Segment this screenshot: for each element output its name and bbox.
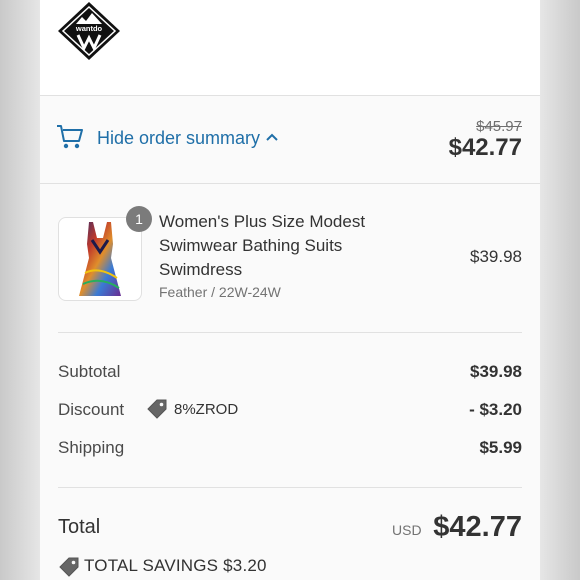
original-price: $45.97 (476, 118, 522, 135)
background-left (0, 0, 40, 580)
grand-total: $42.77 (433, 511, 522, 543)
subtotal-label: Subtotal (58, 362, 121, 381)
product-name: Women's Plus Size Modest Swimwear Bathin… (159, 212, 366, 279)
chevron-up-icon (266, 133, 278, 141)
product-variant: Feather / 22W-24W (159, 284, 281, 300)
divider (58, 332, 522, 333)
checkout-panel: wantdo Hide order summary $45.97 $42.77 (40, 0, 540, 580)
savings-tag-icon (59, 557, 79, 577)
subtotal-value: $39.98 (470, 362, 522, 381)
tag-icon (147, 399, 167, 419)
background-right (540, 0, 580, 580)
discount-label: Discount (58, 400, 125, 419)
shipping-value: $5.99 (479, 438, 522, 457)
shipping-label: Shipping (58, 438, 125, 457)
product-price: $39.98 (470, 247, 522, 266)
summary-total: $42.77 (448, 134, 522, 161)
brand-logo[interactable]: wantdo (56, 0, 122, 62)
header: wantdo (40, 0, 540, 96)
currency-code: USD (392, 522, 422, 538)
discount-value: - $3.20 (469, 400, 522, 419)
divider (58, 487, 522, 488)
logo-text: wantdo (75, 24, 103, 33)
discount-code: 8%ZROD (174, 401, 239, 418)
line-item: Women's Plus Size Modest Swimwear Bathin… (40, 184, 540, 332)
quantity-badge: 1 (126, 206, 152, 232)
hide-order-summary-link[interactable]: Hide order summary (97, 128, 260, 149)
product-thumbnail (58, 217, 142, 301)
swimdress-image (79, 222, 121, 296)
total-label: Total (58, 516, 101, 538)
order-summary-toggle-bar[interactable]: Hide order summary $45.97 $42.77 (40, 96, 540, 184)
cart-icon (57, 125, 83, 149)
total-savings: TOTAL SAVINGS $3.20 (84, 556, 267, 575)
